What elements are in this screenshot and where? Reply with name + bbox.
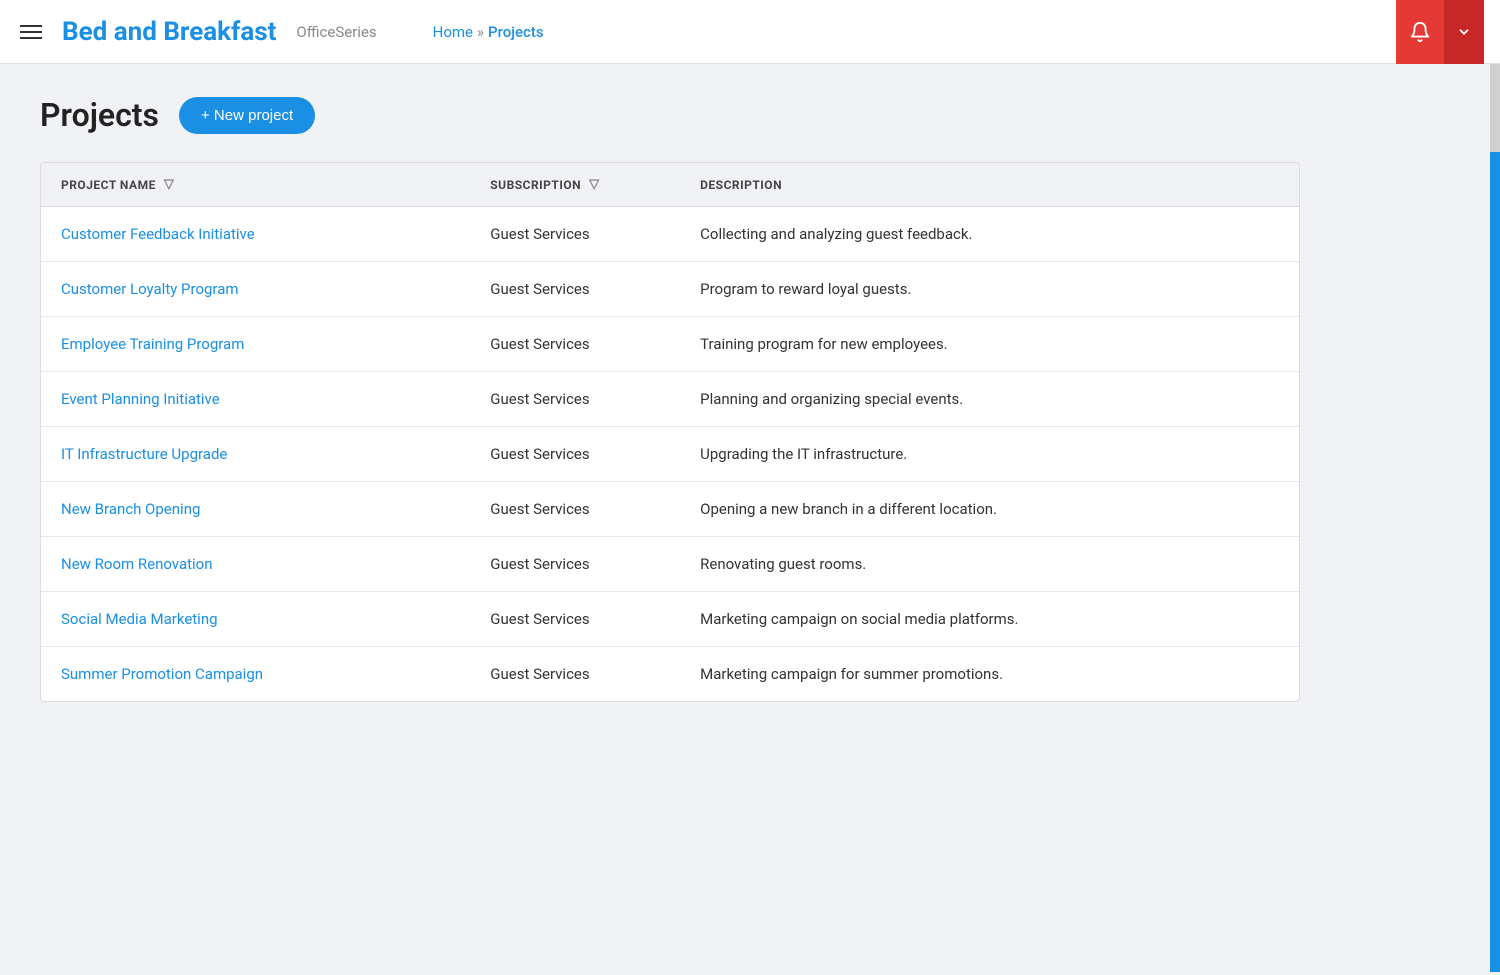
cell-subscription: Guest Services [470,317,680,372]
project-name-link[interactable]: Summer Promotion Campaign [61,665,263,683]
cell-description: Collecting and analyzing guest feedback. [680,207,1299,262]
cell-project-name: IT Infrastructure Upgrade [41,427,470,482]
cell-description: Program to reward loyal guests. [680,262,1299,317]
cell-project-name: New Branch Opening [41,482,470,537]
brand-title: Bed and Breakfast [62,17,276,47]
cell-project-name: Event Planning Initiative [41,372,470,427]
table-row: Customer Feedback Initiative Guest Servic… [41,207,1299,262]
projects-table-container: PROJECT NAME ▽ SUBSCRIPTION ▽ DESCRIPTIO… [40,162,1300,702]
cell-subscription: Guest Services [470,537,680,592]
project-name-link[interactable]: IT Infrastructure Upgrade [61,445,227,463]
scrollbar-thumb[interactable] [1490,152,1500,972]
cell-subscription: Guest Services [470,207,680,262]
project-name-link[interactable]: Event Planning Initiative [61,390,220,408]
project-name-filter-icon[interactable]: ▽ [164,177,175,192]
cell-subscription: Guest Services [470,592,680,647]
cell-subscription: Guest Services [470,372,680,427]
table-row: IT Infrastructure Upgrade Guest ServicesU… [41,427,1299,482]
col-subscription: SUBSCRIPTION ▽ [470,163,680,207]
table-row: New Branch Opening Guest ServicesOpening … [41,482,1299,537]
header-actions [1396,0,1484,64]
new-project-button[interactable]: + New project [179,97,315,134]
bell-icon [1409,21,1431,43]
cell-description: Renovating guest rooms. [680,537,1299,592]
table-row: New Room Renovation Guest ServicesRenovat… [41,537,1299,592]
chevron-down-icon [1457,25,1471,39]
main-content: Projects + New project PROJECT NAME ▽ SU… [0,64,1500,734]
brand-subtitle: OfficeSeries [296,23,376,41]
subscription-filter-icon[interactable]: ▽ [589,177,600,192]
cell-project-name: New Room Renovation [41,537,470,592]
cell-subscription: Guest Services [470,262,680,317]
table-row: Employee Training Program Guest ServicesT… [41,317,1299,372]
hamburger-menu[interactable] [16,21,46,43]
projects-table: PROJECT NAME ▽ SUBSCRIPTION ▽ DESCRIPTIO… [41,163,1299,701]
cell-description: Opening a new branch in a different loca… [680,482,1299,537]
cell-subscription: Guest Services [470,482,680,537]
cell-project-name: Customer Loyalty Program [41,262,470,317]
project-name-link[interactable]: Employee Training Program [61,335,244,353]
notifications-button[interactable] [1396,0,1444,64]
cell-project-name: Customer Feedback Initiative [41,207,470,262]
project-name-link[interactable]: New Room Renovation [61,555,213,573]
project-name-link[interactable]: Customer Feedback Initiative [61,225,255,243]
cell-description: Training program for new employees. [680,317,1299,372]
table-row: Event Planning Initiative Guest ServicesP… [41,372,1299,427]
cell-description: Planning and organizing special events. [680,372,1299,427]
cell-subscription: Guest Services [470,427,680,482]
project-name-link[interactable]: Customer Loyalty Program [61,280,239,298]
project-name-link[interactable]: Social Media Marketing [61,610,218,628]
cell-description: Marketing campaign on social media platf… [680,592,1299,647]
table-row: Customer Loyalty Program Guest ServicesPr… [41,262,1299,317]
cell-project-name: Social Media Marketing [41,592,470,647]
table-row: Summer Promotion Campaign Guest ServicesM… [41,647,1299,702]
col-description: DESCRIPTION [680,163,1299,207]
breadcrumb-current: Projects [488,23,544,41]
cell-description: Marketing campaign for summer promotions… [680,647,1299,702]
user-dropdown-button[interactable] [1444,0,1484,64]
breadcrumb-separator: » [477,23,484,41]
cell-subscription: Guest Services [470,647,680,702]
cell-description: Upgrading the IT infrastructure. [680,427,1299,482]
page-title: Projects [40,96,159,134]
page-header: Projects + New project [40,96,1460,134]
col-project-name: PROJECT NAME ▽ [41,163,470,207]
table-header-row: PROJECT NAME ▽ SUBSCRIPTION ▽ DESCRIPTIO… [41,163,1299,207]
breadcrumb: Home » Projects [433,23,544,41]
app-header: Bed and Breakfast OfficeSeries Home » Pr… [0,0,1500,64]
project-name-link[interactable]: New Branch Opening [61,500,200,518]
cell-project-name: Employee Training Program [41,317,470,372]
breadcrumb-home-link[interactable]: Home [433,23,473,41]
table-row: Social Media Marketing Guest ServicesMark… [41,592,1299,647]
scrollbar-track [1490,64,1500,734]
cell-project-name: Summer Promotion Campaign [41,647,470,702]
